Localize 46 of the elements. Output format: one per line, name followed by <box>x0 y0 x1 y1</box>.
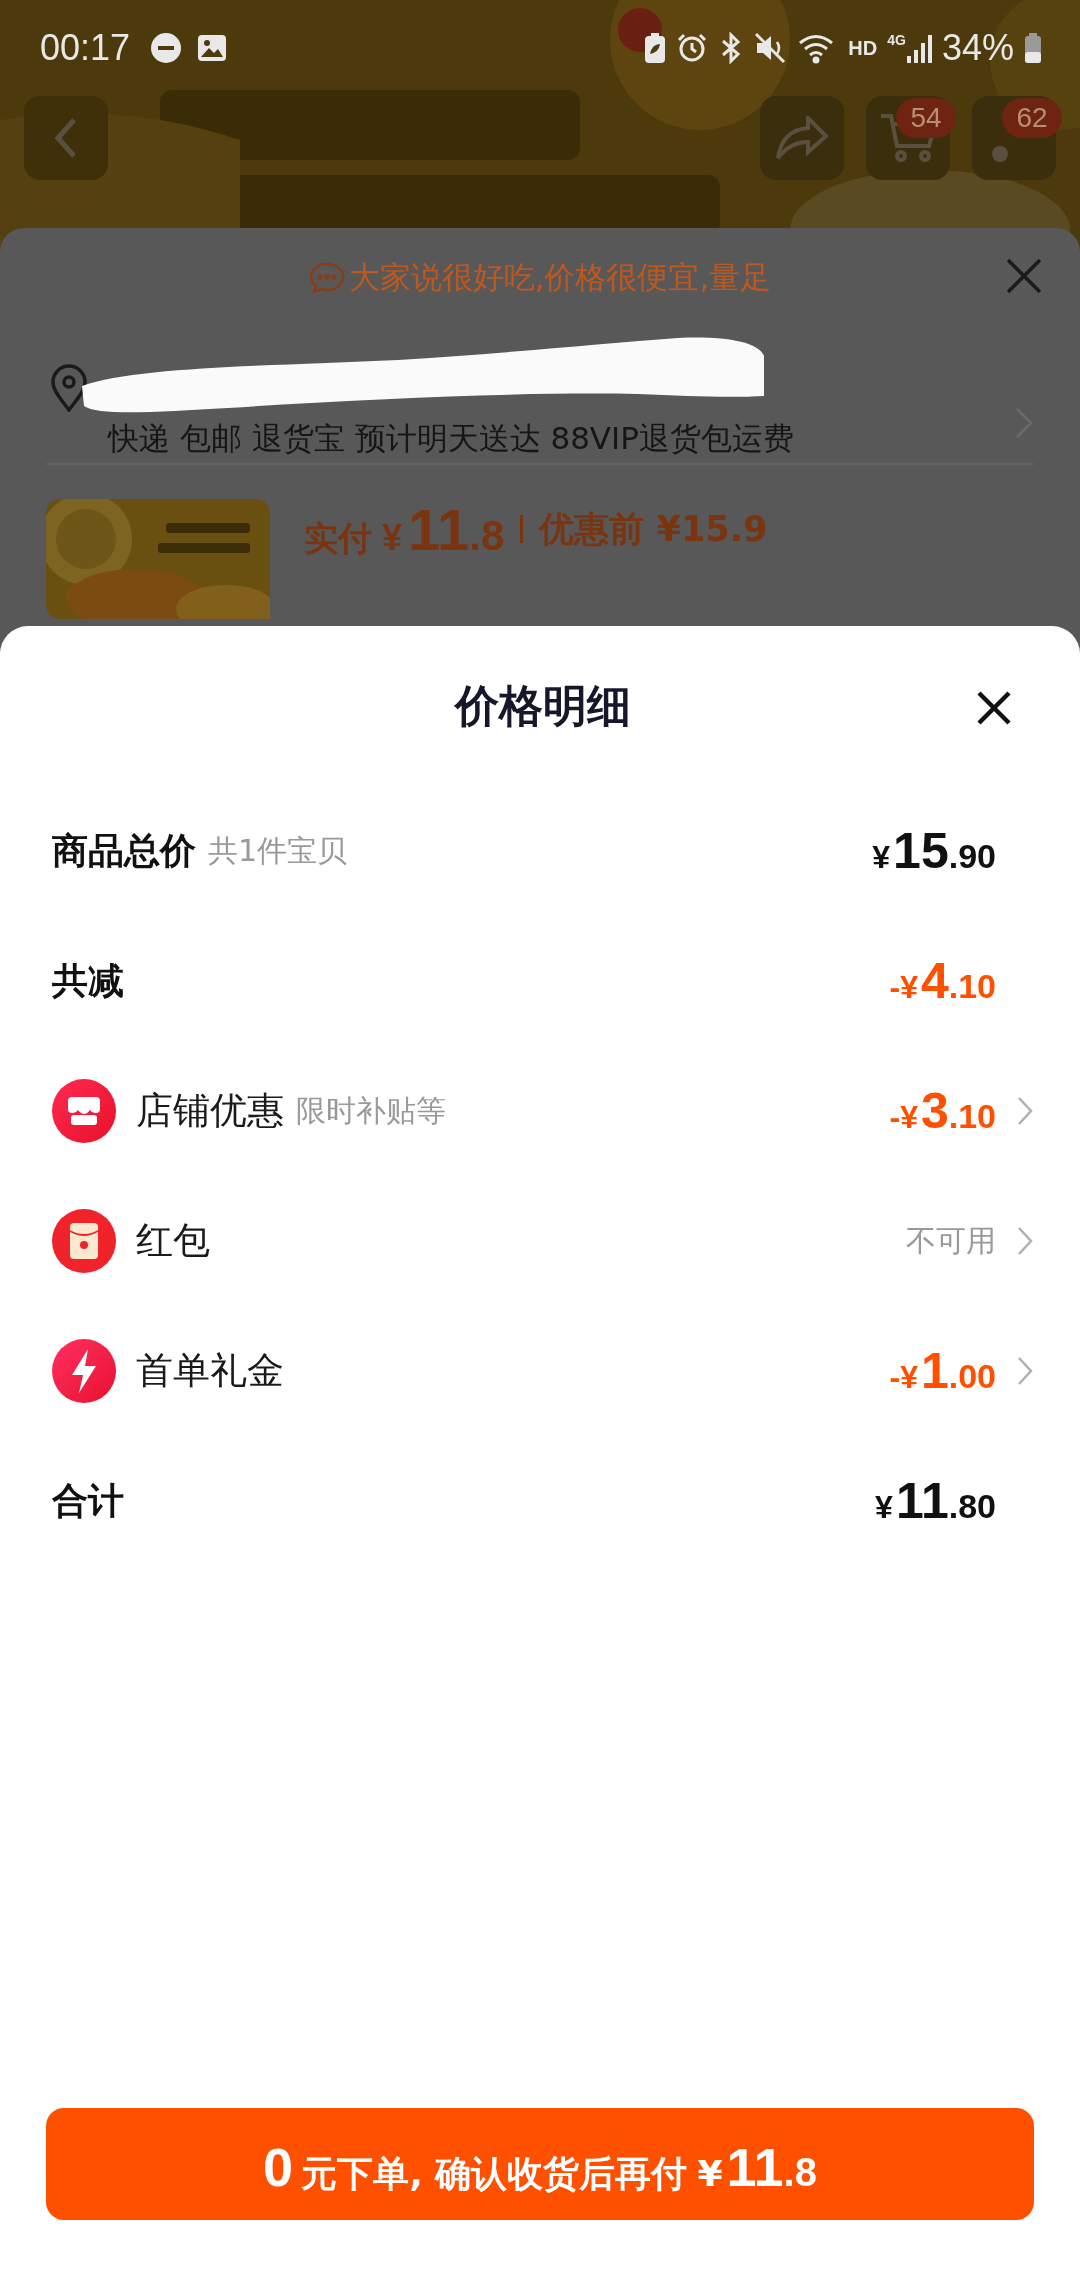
price-amount: ¥11.80 <box>875 1472 996 1530</box>
price-amount: -¥4.10 <box>889 952 996 1010</box>
battery-icon <box>1024 32 1042 64</box>
back-icon <box>55 118 77 158</box>
discount-row[interactable]: 首单礼金 -¥1.00 <box>52 1306 1034 1436</box>
price-amount: -¥3.10 <box>889 1082 996 1140</box>
price-amount: ¥15.90 <box>872 822 996 880</box>
row-label: 红包 <box>136 1218 210 1264</box>
image-icon <box>196 32 229 64</box>
signal-icon <box>905 32 932 64</box>
dot-icon <box>992 146 1008 162</box>
chevron-right-icon <box>1016 1225 1034 1257</box>
share-button[interactable] <box>760 96 844 180</box>
sheet-title: 价格明细 <box>455 679 631 733</box>
do-not-disturb-icon <box>150 32 183 64</box>
review-tip: 大家说很好吃,价格很便宜,量足 <box>348 258 772 297</box>
gift-envelope-icon <box>52 1209 116 1273</box>
row-label: 合计 <box>52 1478 124 1523</box>
location-pin-icon <box>50 364 88 412</box>
row-label: 店铺优惠 <box>136 1088 284 1134</box>
cellular-label: 4G <box>887 32 906 48</box>
price-amount: -¥1.00 <box>889 1342 996 1400</box>
battery-saver-icon <box>644 32 667 64</box>
share-arrow-icon <box>776 116 828 160</box>
discount-row[interactable]: 红包 不可用 <box>52 1176 1034 1306</box>
status-text: 不可用 <box>906 1221 996 1260</box>
row-label: 共减 <box>52 958 124 1003</box>
battery-level: 34% <box>941 27 1014 69</box>
row-note: 限时补贴等 <box>296 1091 446 1130</box>
paid-price: 实付 ¥11.8 <box>304 495 505 563</box>
row-label: 商品总价 <box>52 828 196 873</box>
chevron-right-icon <box>1016 1095 1034 1127</box>
chevron-right-icon <box>1016 1355 1034 1387</box>
row-label: 首单礼金 <box>136 1348 284 1394</box>
discount-row[interactable]: 店铺优惠 限时补贴等 -¥3.10 <box>52 1046 1034 1176</box>
original-price: 优惠前 ¥15.9 <box>539 507 768 551</box>
delivery-info: 快递 包邮 退货宝 预计明天送达 88VIP退货包运费 <box>108 419 795 458</box>
chat-bubble-icon <box>308 261 345 295</box>
network-label: HD <box>848 36 878 60</box>
back-button[interactable] <box>24 96 108 180</box>
store-icon <box>52 1079 116 1143</box>
clock-time: 00:17 <box>40 27 131 69</box>
close-icon[interactable] <box>976 690 1012 726</box>
row-note: 共1件宝贝 <box>208 831 348 870</box>
lightning-icon <box>52 1339 116 1403</box>
alarm-icon <box>676 32 709 64</box>
